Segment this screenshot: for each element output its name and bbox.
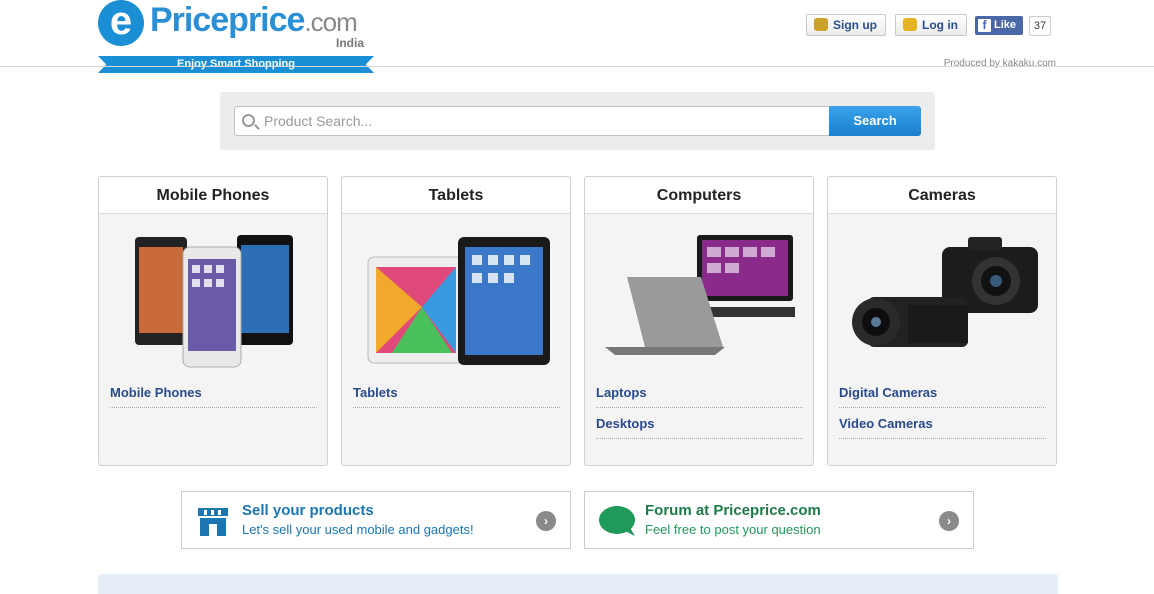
signup-label: Sign up xyxy=(833,18,877,32)
category-link-laptops[interactable]: Laptops xyxy=(596,377,803,408)
category-links: Digital Cameras Video Cameras xyxy=(839,377,1046,439)
category-link-digital-cameras[interactable]: Digital Cameras xyxy=(839,377,1046,408)
tablets-image[interactable] xyxy=(362,227,552,377)
category-title[interactable]: Computers xyxy=(585,177,813,214)
promo-title: Forum at Priceprice.com xyxy=(645,502,821,519)
chevron-right-icon: › xyxy=(939,511,959,531)
users-icon xyxy=(814,18,828,31)
promo-subtitle: Feel free to post your question xyxy=(645,522,821,537)
logo-name: Priceprice xyxy=(150,1,305,39)
computers-image[interactable] xyxy=(605,227,795,377)
mobile-phones-image[interactable] xyxy=(119,227,309,377)
category-card-cameras: Cameras Digital Cameras Video Cameras xyxy=(827,176,1057,466)
chat-bubble-icon xyxy=(599,506,635,536)
sell-products-banner[interactable]: Sell your products Let's sell your used … xyxy=(181,491,571,549)
facebook-like-count: 37 xyxy=(1029,16,1051,36)
facebook-like-button[interactable]: f Like xyxy=(975,16,1023,35)
category-title[interactable]: Mobile Phones xyxy=(99,177,327,214)
chevron-right-icon: › xyxy=(536,511,556,531)
facebook-like-label: Like xyxy=(994,19,1017,31)
header-divider xyxy=(0,66,1154,67)
facebook-icon: f xyxy=(978,19,991,32)
logo-wordmark: Priceprice.com xyxy=(150,0,358,42)
promo-title: Sell your products xyxy=(242,502,374,519)
category-links: Mobile Phones xyxy=(110,377,317,408)
category-links: Tablets xyxy=(353,377,560,408)
produced-by-text: Produced by kakaku.com xyxy=(943,58,1056,69)
login-label: Log in xyxy=(922,18,958,32)
category-link-tablets[interactable]: Tablets xyxy=(353,377,560,408)
category-title[interactable]: Cameras xyxy=(828,177,1056,214)
category-card-computers: Computers Laptops Desktops xyxy=(584,176,814,466)
promo-subtitle: Let's sell your used mobile and gadgets! xyxy=(242,522,474,537)
store-icon xyxy=(198,508,228,536)
category-link-video-cameras[interactable]: Video Cameras xyxy=(839,408,1046,439)
logo-domain: .com xyxy=(304,7,357,37)
category-title[interactable]: Tablets xyxy=(342,177,570,214)
search-input[interactable]: Product Search... xyxy=(234,106,830,136)
category-link-mobile-phones[interactable]: Mobile Phones xyxy=(110,377,317,408)
cameras-image[interactable] xyxy=(848,227,1038,377)
category-link-desktops[interactable]: Desktops xyxy=(596,408,803,439)
category-card-tablets: Tablets Tablets xyxy=(341,176,571,466)
logo-e-icon: e xyxy=(98,0,144,46)
search-panel: Product Search... Search xyxy=(220,92,935,150)
search-button[interactable]: Search xyxy=(829,106,921,136)
site-logo[interactable]: e Priceprice.com India Enjoy Smart Shopp… xyxy=(98,0,378,74)
tagline-ribbon: Enjoy Smart Shopping xyxy=(98,56,374,73)
search-icon xyxy=(242,114,255,127)
forum-banner[interactable]: Forum at Priceprice.com Feel free to pos… xyxy=(584,491,974,549)
category-links: Laptops Desktops xyxy=(596,377,803,439)
login-button[interactable]: Log in xyxy=(895,14,967,36)
category-card-mobile-phones: Mobile Phones Mobile Phones xyxy=(98,176,328,466)
footer-panel xyxy=(98,574,1058,594)
signup-button[interactable]: Sign up xyxy=(806,14,886,36)
search-placeholder: Product Search... xyxy=(264,113,373,129)
key-icon xyxy=(903,18,917,31)
logo-region: India xyxy=(336,36,365,50)
